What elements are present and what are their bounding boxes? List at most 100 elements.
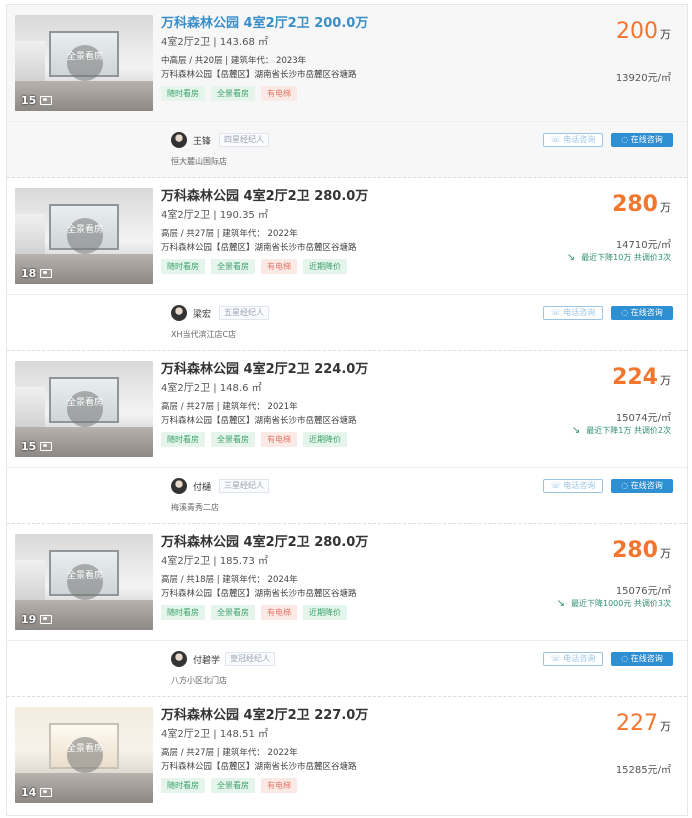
listing-info: 万科森林公园 4室2厅2卫 224.0万 4室2厅2卫 | 148.6 ㎡ 高层…: [161, 361, 541, 447]
tag-anytime-viewing: 随时看房: [161, 778, 205, 793]
phone-icon: ☏: [550, 308, 564, 317]
agent-row: 王锋 四星经纪人 恒大麓山国际店 ☏ 电话咨询 ◌ 在线咨询: [7, 121, 687, 177]
trend-down-icon: ↘: [571, 425, 581, 436]
agent-name[interactable]: 付碧学: [193, 653, 220, 666]
listing-photo[interactable]: 全景看房 14: [15, 707, 153, 803]
listing-title[interactable]: 万科森林公园 4室2厅2卫 280.0万: [161, 534, 541, 552]
listing-item[interactable]: 全景看房 14 万科森林公园 4室2厅2卫 227.0万 4室2厅2卫 | 14…: [7, 697, 687, 813]
floor-year: 高层 / 共27层 | 建筑年代： 2022年: [161, 229, 298, 239]
unit-price: 14710元/㎡: [615, 240, 671, 251]
avatar[interactable]: [171, 651, 187, 667]
total-price: 280 万: [612, 538, 671, 563]
listing-summary: 全景看房 15 万科森林公园 4室2厅2卫 224.0万 4室2厅2卫 | 14…: [7, 351, 687, 467]
agent-shop: 梅溪青秀二店: [171, 503, 219, 512]
photo-count: 18: [21, 267, 53, 280]
tag-list: 随时看房 全景看房 有电梯 近期降价: [161, 259, 541, 274]
chat-icon: ◌: [621, 135, 631, 144]
listing-info: 万科森林公园 4室2厅2卫 280.0万 4室2厅2卫 | 190.35 ㎡ 高…: [161, 188, 541, 274]
listing-title[interactable]: 万科森林公园 4室2厅2卫 227.0万: [161, 707, 541, 725]
tag-elevator: 有电梯: [261, 432, 297, 447]
phone-consult-button[interactable]: ☏ 电话咨询: [543, 652, 603, 666]
listing-summary: 全景看房 18 万科森林公园 4室2厅2卫 280.0万 4室2厅2卫 | 19…: [7, 178, 687, 294]
price-drop-info: ↘ 最近下降10万 共调价3次: [566, 252, 671, 263]
community-address[interactable]: 万科森林公园【岳麓区】湖南省长沙市岳麓区谷塘路: [161, 760, 541, 774]
unit-price: 15076元/㎡: [615, 586, 671, 597]
total-price: 224 万: [612, 365, 671, 390]
community-address[interactable]: 万科森林公园【岳麓区】湖南省长沙市岳麓区谷塘路: [161, 587, 541, 601]
listing-photo[interactable]: 全景看房 15: [15, 361, 153, 457]
total-price: 200 万: [616, 19, 671, 44]
tag-elevator: 有电梯: [261, 259, 297, 274]
listing-title[interactable]: 万科森林公园 4室2厅2卫 280.0万: [161, 188, 541, 206]
listing-summary: 全景看房 14 万科森林公园 4室2厅2卫 227.0万 4室2厅2卫 | 14…: [7, 697, 687, 813]
listing-item[interactable]: 全景看房 15 万科森林公园 4室2厅2卫 200.0万 4室2厅2卫 | 14…: [7, 5, 687, 178]
photo-count: 15: [21, 440, 53, 453]
listing-title[interactable]: 万科森林公园 4室2厅2卫 224.0万: [161, 361, 541, 379]
agent-rank: 三星经纪人: [219, 479, 269, 493]
tag-anytime-viewing: 随时看房: [161, 432, 205, 447]
tag-anytime-viewing: 随时看房: [161, 605, 205, 620]
total-price: 280 万: [612, 192, 671, 217]
avatar[interactable]: [171, 305, 187, 321]
agent-row: 梁宏 五星经纪人 XH当代滨江店C店 ☏ 电话咨询 ◌ 在线咨询: [7, 294, 687, 350]
listing-item[interactable]: 全景看房 18 万科森林公园 4室2厅2卫 280.0万 4室2厅2卫 | 19…: [7, 178, 687, 351]
listing-photo[interactable]: 全景看房 15: [15, 15, 153, 111]
phone-icon: ☏: [550, 135, 564, 144]
vr-badge[interactable]: 全景看房: [67, 564, 103, 600]
vr-badge[interactable]: 全景看房: [67, 218, 103, 254]
chat-icon: ◌: [621, 308, 631, 317]
listing-title[interactable]: 万科森林公园 4室2厅2卫 200.0万: [161, 15, 541, 33]
layout-area: 4室2厅2卫 | 148.6 ㎡: [161, 383, 262, 394]
tag-elevator: 有电梯: [261, 778, 297, 793]
photo-count: 15: [21, 94, 53, 107]
listing-item[interactable]: 全景看房 15 万科森林公园 4室2厅2卫 224.0万 4室2厅2卫 | 14…: [7, 351, 687, 524]
phone-icon: ☏: [550, 481, 564, 490]
online-consult-button[interactable]: ◌ 在线咨询: [611, 133, 673, 147]
floor-year: 中高层 / 共20层 | 建筑年代： 2023年: [161, 56, 307, 66]
avatar[interactable]: [171, 478, 187, 494]
online-consult-button[interactable]: ◌ 在线咨询: [611, 652, 673, 666]
agent-rank: 皇冠经纪人: [225, 652, 275, 666]
agent-name[interactable]: 王锋: [193, 134, 211, 147]
agent-row: 付樋 三星经纪人 梅溪青秀二店 ☏ 电话咨询 ◌ 在线咨询: [7, 467, 687, 523]
tag-panorama: 全景看房: [211, 86, 255, 101]
phone-icon: ☏: [550, 654, 564, 663]
agent-name[interactable]: 梁宏: [193, 307, 211, 320]
layout-area: 4室2厅2卫 | 185.73 ㎡: [161, 556, 268, 567]
tag-panorama: 全景看房: [211, 259, 255, 274]
camera-icon: [40, 269, 53, 278]
listing-item[interactable]: 全景看房 19 万科森林公园 4室2厅2卫 280.0万 4室2厅2卫 | 18…: [7, 524, 687, 697]
online-consult-button[interactable]: ◌ 在线咨询: [611, 306, 673, 320]
listing-summary: 全景看房 15 万科森林公园 4室2厅2卫 200.0万 4室2厅2卫 | 14…: [7, 5, 687, 121]
online-consult-button[interactable]: ◌ 在线咨询: [611, 479, 673, 493]
vr-badge[interactable]: 全景看房: [67, 391, 103, 427]
community-address[interactable]: 万科森林公园【岳麓区】湖南省长沙市岳麓区谷塘路: [161, 68, 541, 82]
community-address[interactable]: 万科森林公园【岳麓区】湖南省长沙市岳麓区谷塘路: [161, 241, 541, 255]
phone-consult-button[interactable]: ☏ 电话咨询: [543, 306, 603, 320]
tag-elevator: 有电梯: [261, 86, 297, 101]
agent-name[interactable]: 付樋: [193, 480, 211, 493]
photo-count: 14: [21, 786, 53, 799]
unit-price: 15074元/㎡: [615, 413, 671, 424]
agent-rank: 四星经纪人: [219, 133, 269, 147]
tag-elevator: 有电梯: [261, 605, 297, 620]
vr-badge[interactable]: 全景看房: [67, 737, 103, 773]
vr-badge[interactable]: 全景看房: [67, 45, 103, 81]
unit-price: 13920元/㎡: [615, 73, 671, 84]
listing-photo[interactable]: 全景看房 18: [15, 188, 153, 284]
tag-recent-price-cut: 近期降价: [303, 259, 347, 274]
phone-consult-button[interactable]: ☏ 电话咨询: [543, 133, 603, 147]
tag-panorama: 全景看房: [211, 432, 255, 447]
avatar[interactable]: [171, 132, 187, 148]
agent-shop: XH当代滨江店C店: [171, 330, 237, 339]
layout-area: 4室2厅2卫 | 148.51 ㎡: [161, 729, 268, 740]
community-address[interactable]: 万科森林公园【岳麓区】湖南省长沙市岳麓区谷塘路: [161, 414, 541, 428]
camera-icon: [40, 96, 53, 105]
tag-anytime-viewing: 随时看房: [161, 259, 205, 274]
tag-list: 随时看房 全景看房 有电梯 近期降价: [161, 432, 541, 447]
floor-year: 高层 / 共18层 | 建筑年代： 2024年: [161, 575, 298, 585]
phone-consult-button[interactable]: ☏ 电话咨询: [543, 479, 603, 493]
listing-photo[interactable]: 全景看房 19: [15, 534, 153, 630]
camera-icon: [40, 615, 53, 624]
layout-area: 4室2厅2卫 | 143.68 ㎡: [161, 37, 268, 48]
